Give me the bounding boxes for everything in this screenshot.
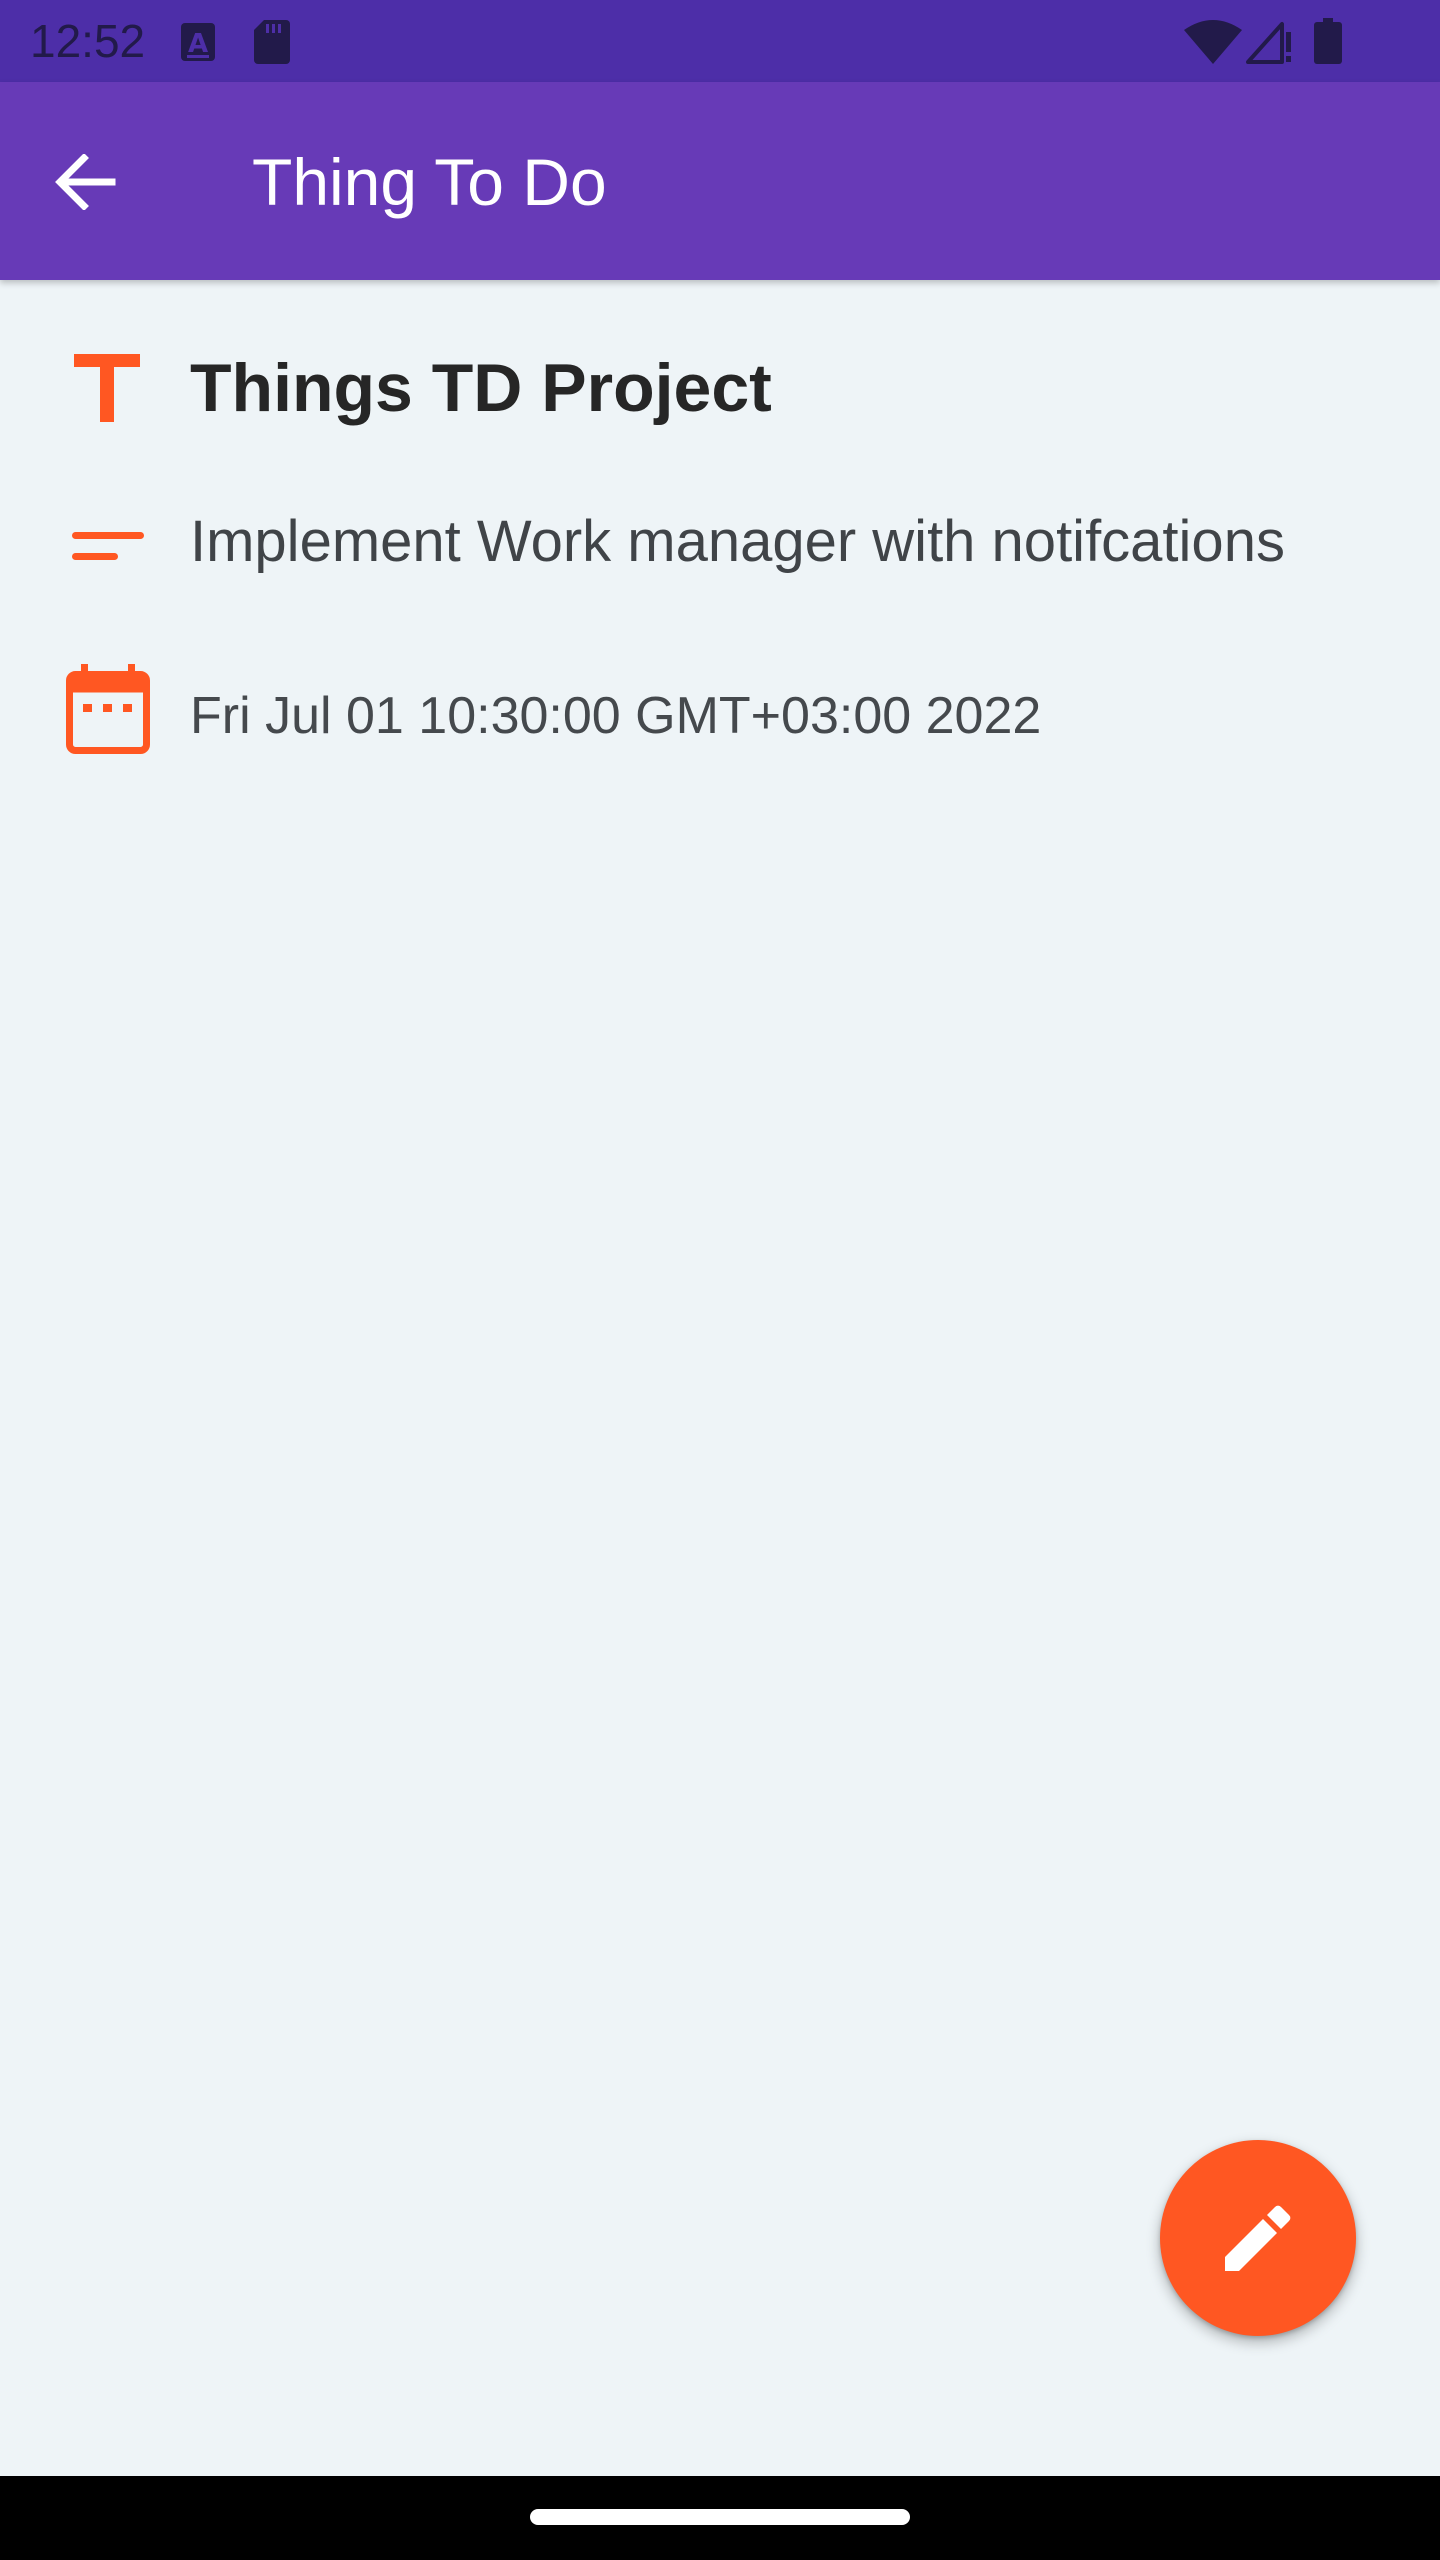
todo-description: Implement Work manager with notifcations [190,509,1285,574]
battery-icon [1314,18,1342,64]
arrow-back-icon [55,154,116,210]
status-bar: 12:52 A [0,0,1440,82]
app-bar: Thing To Do [0,82,1440,280]
todo-date: Fri Jul 01 10:30:00 GMT+03:00 2022 [190,687,1042,745]
calendar-icon [66,664,150,754]
edit-pencil-icon [1225,2205,1291,2271]
svg-text:A: A [188,29,208,59]
status-time: 12:52 [30,15,146,67]
back-button[interactable] [40,137,130,227]
wifi-icon [1184,20,1242,64]
edit-fab-button[interactable] [1160,2140,1356,2336]
title-row: Things TD Project [0,344,1440,434]
date-row: Fri Jul 01 10:30:00 GMT+03:00 2022 [0,664,1440,760]
description-row: Implement Work manager with notifcations [0,502,1440,582]
page-title: Thing To Do [252,145,607,219]
sd-card-icon [254,20,290,64]
home-gesture-handle[interactable] [530,2509,910,2525]
title-t-icon [74,354,140,422]
cellular-signal-icon [1246,22,1291,64]
short-text-icon [72,532,144,560]
navigation-bar [0,2476,1440,2560]
keyboard-a-icon: A [181,23,215,61]
todo-title: Things TD Project [190,350,772,426]
